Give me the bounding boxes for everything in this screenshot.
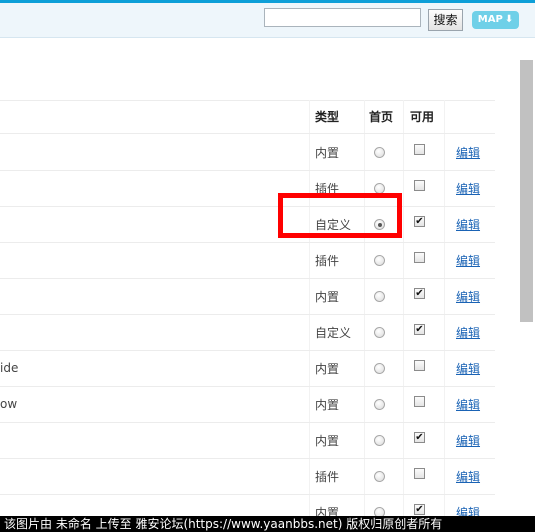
enabled-checkbox[interactable] xyxy=(414,396,425,407)
table-row: 自定义 ✔ 编辑 xyxy=(0,206,495,242)
map-button-label: MAP xyxy=(477,14,503,25)
edit-link[interactable]: 编辑 xyxy=(456,360,480,377)
row-type: 自定义 xyxy=(315,326,352,340)
row-type: 内置 xyxy=(315,290,340,304)
checkmark-icon: ✔ xyxy=(415,504,424,515)
table-row: ow 内置 编辑 xyxy=(0,386,495,422)
row-type: 插件 xyxy=(315,470,340,484)
table-row: 插件 编辑 xyxy=(0,170,495,206)
edit-link[interactable]: 编辑 xyxy=(456,144,480,161)
highlight-box xyxy=(278,193,402,238)
enabled-checkbox[interactable]: ✔ xyxy=(414,504,425,515)
home-radio[interactable] xyxy=(374,327,385,338)
map-button[interactable]: MAP ⬇ xyxy=(472,11,519,29)
row-name: ow xyxy=(0,397,18,411)
arrow-down-icon: ⬇ xyxy=(504,14,514,25)
checkmark-icon: ✔ xyxy=(415,216,424,227)
row-name: ide xyxy=(0,361,19,375)
module-table: 类型 首页 可用 内置 编辑 插件 编辑 自定义 ✔ 编辑 插件 编辑 内置 ✔ 编辑 自定义 ✔ 编辑 id… xyxy=(0,38,519,531)
scrollbar-thumb[interactable] xyxy=(520,60,533,322)
column-header-type: 类型 xyxy=(315,110,340,124)
table-row: ide 内置 编辑 xyxy=(0,350,495,386)
row-type: 插件 xyxy=(315,254,340,268)
checkmark-icon: ✔ xyxy=(415,324,424,335)
enabled-checkbox[interactable] xyxy=(414,360,425,371)
home-radio[interactable] xyxy=(374,399,385,410)
home-radio[interactable] xyxy=(374,363,385,374)
checkmark-icon: ✔ xyxy=(415,432,424,443)
search-input[interactable] xyxy=(264,8,421,27)
row-type: 内置 xyxy=(315,362,340,376)
table-row: 内置 ✔ 编辑 xyxy=(0,422,495,458)
edit-link[interactable]: 编辑 xyxy=(456,396,480,413)
enabled-checkbox[interactable]: ✔ xyxy=(414,324,425,335)
enabled-checkbox[interactable]: ✔ xyxy=(414,288,425,299)
table-top-border xyxy=(0,100,495,101)
enabled-checkbox[interactable]: ✔ xyxy=(414,432,425,443)
edit-link[interactable]: 编辑 xyxy=(456,324,480,341)
edit-link[interactable]: 编辑 xyxy=(456,468,480,485)
column-header-enabled: 可用 xyxy=(410,110,435,124)
search-button[interactable]: 搜索 xyxy=(428,9,463,31)
column-header-home: 首页 xyxy=(369,110,394,124)
edit-link[interactable]: 编辑 xyxy=(456,216,480,233)
row-type: 内置 xyxy=(315,434,340,448)
table-row: 内置 编辑 xyxy=(0,134,495,170)
enabled-checkbox[interactable] xyxy=(414,252,425,263)
edit-link[interactable]: 编辑 xyxy=(456,288,480,305)
enabled-checkbox[interactable] xyxy=(414,468,425,479)
table-row: 内置 ✔ 编辑 xyxy=(0,278,495,314)
home-radio[interactable] xyxy=(374,291,385,302)
enabled-checkbox[interactable] xyxy=(414,144,425,155)
enabled-checkbox[interactable]: ✔ xyxy=(414,216,425,227)
table-row: 自定义 ✔ 编辑 xyxy=(0,314,495,350)
watermark-footer: 该图片由 未命名 上传至 雅安论坛(https://www.yaanbbs.ne… xyxy=(0,516,535,532)
home-radio[interactable] xyxy=(374,147,385,158)
edit-link[interactable]: 编辑 xyxy=(456,180,480,197)
header-bar: 搜索 MAP ⬇ xyxy=(0,3,535,38)
edit-link[interactable]: 编辑 xyxy=(456,252,480,269)
home-radio[interactable] xyxy=(374,435,385,446)
edit-link[interactable]: 编辑 xyxy=(456,432,480,449)
row-type: 内置 xyxy=(315,398,340,412)
table-row: 插件 编辑 xyxy=(0,242,495,278)
row-type: 内置 xyxy=(315,146,340,160)
checkmark-icon: ✔ xyxy=(415,288,424,299)
home-radio[interactable] xyxy=(374,255,385,266)
home-radio[interactable] xyxy=(374,471,385,482)
table-row: 插件 编辑 xyxy=(0,458,495,494)
enabled-checkbox[interactable] xyxy=(414,180,425,191)
